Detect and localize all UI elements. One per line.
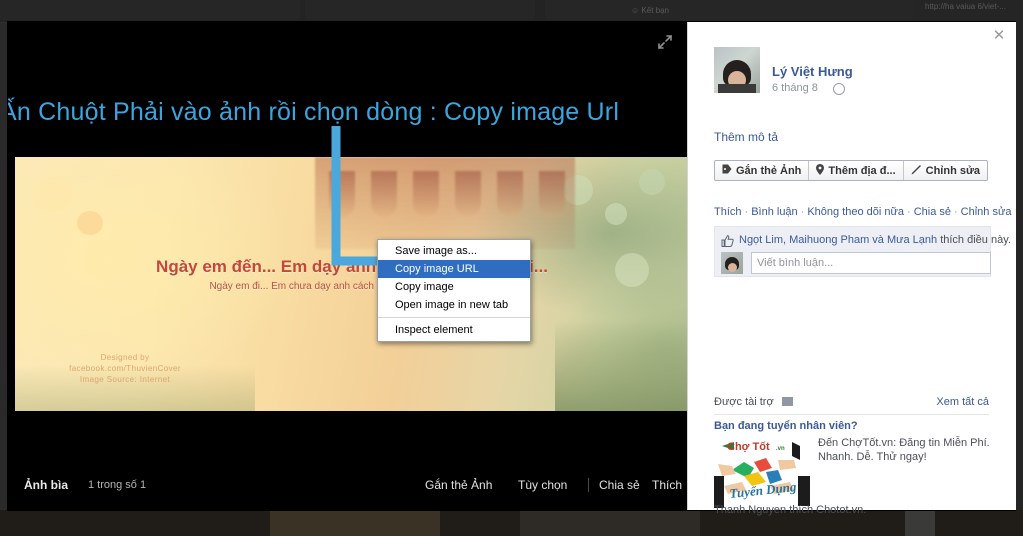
author-name[interactable]: Lý Việt Hưng <box>772 64 853 79</box>
action-like[interactable]: Thích <box>714 206 742 218</box>
cover-ornament-band <box>315 157 575 249</box>
like-link[interactable]: Thích <box>652 478 682 492</box>
globe-icon <box>833 83 845 95</box>
thumbs-up-icon <box>721 234 734 247</box>
close-icon[interactable]: ✕ <box>991 28 1007 44</box>
action-comment[interactable]: Bình luận <box>751 206 797 218</box>
context-menu-item-save-image-as[interactable]: Save image as... <box>378 242 530 260</box>
action-sep: · <box>800 206 805 218</box>
bell-decoration <box>329 171 355 217</box>
album-title: Ảnh bìa <box>24 478 68 492</box>
sponsored-flag-icon <box>782 397 793 406</box>
background-friend-button: ☺ Kết bạn <box>631 6 669 15</box>
credit-line-2: facebook.com/ThuvienCover <box>69 364 181 373</box>
tag-photo-link[interactable]: Gắn thẻ Ảnh <box>425 478 492 492</box>
context-menu-item-copy-image-url[interactable]: Copy image URL <box>378 260 530 278</box>
photo-action-buttons: Gắn thẻ Ảnh Thêm địa đ... Chỉnh sửa <box>714 160 989 181</box>
photo-sidebar: ✕ Lý Việt Hưng 6 tháng 8 Thêm mô tả Gắn … <box>687 22 1016 516</box>
action-sep: · <box>907 206 911 218</box>
location-pin-icon <box>816 163 825 178</box>
bell-decoration <box>497 171 523 217</box>
background-photo-tile <box>520 510 700 536</box>
sponsored-divider <box>714 414 989 415</box>
edit-button[interactable]: Chỉnh sửa <box>904 161 987 180</box>
bell-decoration <box>413 171 439 217</box>
likes-suffix: thích điều này. <box>937 234 1011 246</box>
credit-line-1: Designed by <box>100 353 150 362</box>
comment-avatar-face <box>728 263 737 272</box>
expand-arrows-icon[interactable] <box>655 32 675 52</box>
background-strip <box>0 0 300 20</box>
action-edit[interactable]: Chỉnh sửa <box>961 206 1012 218</box>
background-photo-row <box>0 510 1023 536</box>
share-link[interactable]: Chia sẻ <box>599 478 640 492</box>
context-menu-separator <box>378 317 530 318</box>
avatar[interactable] <box>714 47 760 93</box>
likes-and-comment-box: Ngọt Lim, Maihuong Pham và Mưa Lạnh thíc… <box>714 226 1011 277</box>
bokeh-decoration <box>605 203 627 225</box>
likes-text: Ngọt Lim, Maihuong Pham và Mưa Lạnh thíc… <box>739 234 1011 246</box>
ad-title[interactable]: Bạn đang tuyển nhân viên? <box>714 420 858 432</box>
context-menu-item-inspect-element[interactable]: Inspect element <box>378 321 530 339</box>
action-share[interactable]: Chia sẻ <box>914 206 951 218</box>
avatar-body <box>718 84 756 93</box>
see-all-link[interactable]: Xem tất cả <box>936 396 989 408</box>
cover-subtitle-text: Ngày em đi... Em chưa dạy anh cách quên … <box>209 281 495 292</box>
comment-avatar <box>721 252 743 274</box>
photo-stage: Ấn Chuột Phải vào ảnh rồi chọn dòng : Co… <box>8 22 687 510</box>
cover-title-text: Ngày em đến... Em dạy anh cách quên 1 ng… <box>156 257 548 276</box>
bottom-bar-divider <box>588 478 589 492</box>
tutorial-headline: Ấn Chuột Phải vào ảnh rồi chọn dòng : Co… <box>8 98 620 126</box>
tag-photo-button[interactable]: Gắn thẻ Ảnh <box>715 161 810 180</box>
add-location-button[interactable]: Thêm địa đ... <box>809 161 904 180</box>
post-timestamp: 6 tháng 8 <box>772 82 818 94</box>
stage-bottom-bar: Ảnh bìa 1 trong số 1 Gắn thẻ Ảnh Tùy chọ… <box>8 464 687 510</box>
friend-icon: ☺ <box>631 6 640 15</box>
background-photo-tile <box>905 510 935 536</box>
likes-names[interactable]: Ngọt Lim, Maihuong Pham và Mưa Lạnh <box>739 234 937 246</box>
photo-counter: 1 trong số 1 <box>88 479 147 491</box>
add-caption-link[interactable]: Thêm mô tả <box>714 130 778 144</box>
comment-input[interactable]: Viết bình luận... <box>751 252 991 274</box>
options-link[interactable]: Tùy chọn <box>518 478 567 492</box>
background-url-text: http://ha vaiua 6/viet-... <box>925 2 1006 11</box>
photo-lightbox: Ấn Chuột Phải vào ảnh rồi chọn dòng : Co… <box>8 22 1016 516</box>
cover-credit-text: Designed by facebook.com/ThuvienCover Im… <box>35 352 215 385</box>
pencil-icon <box>911 164 922 178</box>
svg-text:Chợ Tốt: Chợ Tốt <box>727 441 770 453</box>
ad-image[interactable]: Chợ Tốt .vn Tuyển Dụng <box>714 436 810 508</box>
context-menu[interactable]: Save image as... Copy image URL Copy ima… <box>377 239 531 342</box>
sponsored-label: Được tài trợ <box>714 396 774 408</box>
grass-decoration <box>555 321 687 411</box>
action-sep: · <box>953 206 958 218</box>
context-menu-item-open-image-in-new-tab[interactable]: Open image in new tab <box>378 296 530 314</box>
post-action-links: Thích · Bình luận · Không theo dõi nữa · Chia … <box>714 206 1011 218</box>
bokeh-decoration <box>33 177 73 211</box>
ad-description: Đến ChợTốt.vn: Đăng tin Miễn Phí. Nhanh.… <box>818 437 990 463</box>
cover-photo[interactable]: Ngày em đến... Em dạy anh cách quên 1 ng… <box>15 157 687 411</box>
action-unfollow[interactable]: Không theo dõi nữa <box>807 206 904 218</box>
credit-line-3: Image Source: Internet <box>79 375 171 384</box>
ad-social-context: Thanh Nguyen thích Chotot.vn. <box>714 504 867 516</box>
bell-decoration <box>455 171 481 217</box>
tag-icon <box>722 164 732 177</box>
bell-decoration <box>539 171 565 217</box>
context-menu-item-copy-image[interactable]: Copy image <box>378 278 530 296</box>
background-photo-tile <box>270 510 440 536</box>
bokeh-decoration <box>77 211 103 235</box>
background-strip <box>305 0 535 20</box>
bokeh-decoration <box>639 169 665 195</box>
bell-decoration <box>371 171 397 217</box>
action-sep: · <box>744 206 749 218</box>
svg-text:.vn: .vn <box>776 446 785 452</box>
